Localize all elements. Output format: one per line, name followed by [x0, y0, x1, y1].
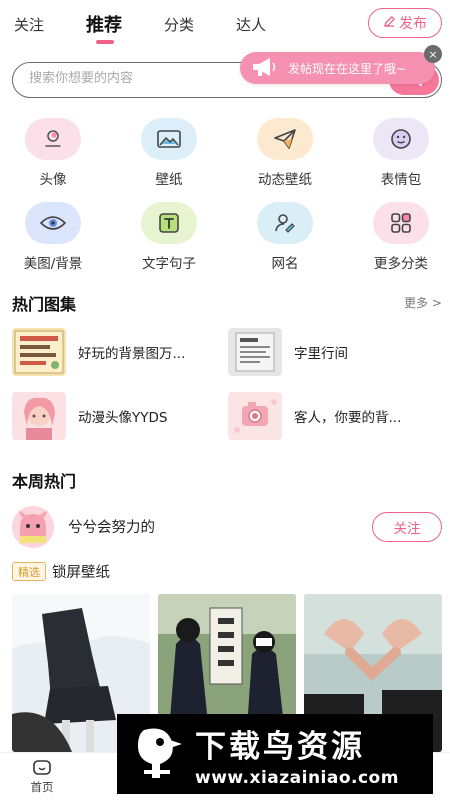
publish-label: 发布 — [399, 16, 427, 32]
follow-button[interactable]: 关注 — [372, 512, 442, 542]
album-title: 动漫头像YYDS — [78, 410, 168, 426]
category-label: 美图/背景 — [23, 256, 83, 272]
hot-albums-title: 热门图集 — [12, 295, 77, 314]
album-item[interactable]: 字里行间 — [228, 328, 438, 376]
category-more[interactable]: 更多分类 — [356, 202, 446, 272]
watermark-url: www.xiazainiao.com — [195, 767, 399, 788]
image-icon — [141, 118, 197, 160]
bird-logo-icon — [127, 722, 187, 786]
featured-badge: 精选 — [12, 562, 46, 581]
user-tag-icon — [257, 202, 313, 244]
album-thumbnail — [228, 392, 282, 440]
category-label: 表情包 — [380, 172, 422, 188]
album-item[interactable]: 动漫头像YYDS — [12, 392, 222, 440]
tooltip-close-button[interactable]: × — [424, 45, 442, 63]
category-pictures[interactable]: 美图/背景 — [8, 202, 98, 272]
album-item[interactable]: 客人，你要的背... — [228, 392, 438, 440]
category-live-wallpaper[interactable]: 动态壁纸 — [240, 118, 330, 188]
watermark-banner: 下载鸟资源 www.xiazainiao.com — [117, 714, 433, 794]
post-title[interactable]: 锁屏壁纸 — [52, 561, 110, 582]
category-avatar[interactable]: 头像 — [8, 118, 98, 188]
active-tab-indicator — [96, 40, 114, 44]
album-title: 好玩的背景图万... — [78, 346, 186, 362]
tab-experts[interactable]: 达人 — [236, 14, 266, 35]
album-item[interactable]: 好玩的背景图万... — [12, 328, 222, 376]
grid-icon — [373, 202, 429, 244]
more-link[interactable]: 更多 > — [404, 294, 442, 311]
watermark-title: 下载鸟资源 — [195, 728, 365, 765]
publish-tooltip: 发帖现在在这里了哦~ — [240, 52, 435, 84]
category-stickers[interactable]: 表情包 — [356, 118, 446, 188]
top-nav: 关注 推荐 分类 达人 发布 — [0, 0, 450, 48]
category-wallpaper[interactable]: 壁纸 — [124, 118, 214, 188]
pencil-icon — [383, 15, 396, 32]
smiley-icon — [373, 118, 429, 160]
album-title: 客人，你要的背... — [294, 410, 402, 426]
category-text[interactable]: 文字句子 — [124, 202, 214, 272]
paper-plane-icon — [257, 118, 313, 160]
home-icon — [12, 755, 72, 779]
publish-button[interactable]: 发布 — [368, 8, 442, 38]
category-label: 动态壁纸 — [258, 172, 312, 188]
nav-home[interactable]: 首页 — [12, 755, 72, 795]
tab-follow[interactable]: 关注 — [14, 14, 44, 35]
tab-recommend[interactable]: 推荐 — [86, 11, 122, 37]
megaphone-icon — [250, 56, 280, 81]
album-thumbnail — [12, 392, 66, 440]
category-label: 壁纸 — [155, 172, 183, 188]
nav-label: 首页 — [30, 780, 54, 794]
eye-icon — [25, 202, 81, 244]
category-label: 更多分类 — [374, 256, 428, 272]
category-label: 网名 — [271, 256, 299, 272]
avatar-icon — [25, 118, 81, 160]
tab-category[interactable]: 分类 — [164, 14, 194, 35]
album-thumbnail — [12, 328, 66, 376]
tooltip-text: 发帖现在在这里了哦~ — [288, 61, 407, 76]
user-name[interactable]: 兮兮会努力的 — [68, 516, 155, 537]
text-icon — [141, 202, 197, 244]
weekly-hot-title: 本周热门 — [12, 472, 77, 491]
category-label: 文字句子 — [142, 256, 196, 272]
category-nickname[interactable]: 网名 — [240, 202, 330, 272]
avatar[interactable] — [12, 506, 54, 548]
album-thumbnail — [228, 328, 282, 376]
category-label: 头像 — [39, 172, 67, 188]
album-title: 字里行间 — [294, 346, 348, 362]
